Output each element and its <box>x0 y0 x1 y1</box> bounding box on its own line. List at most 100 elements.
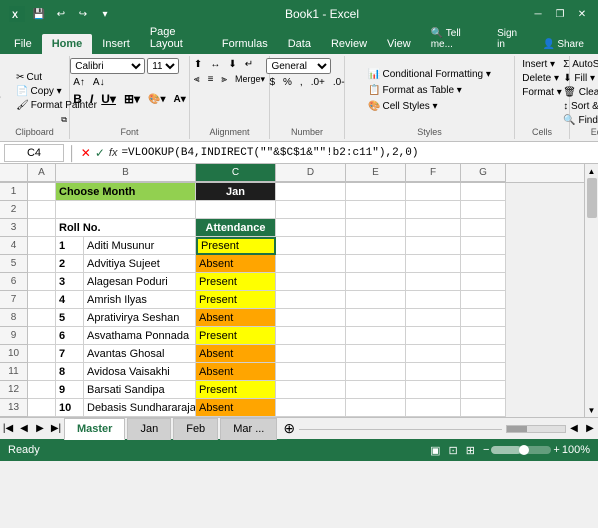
cell-B9-name[interactable]: Asvathama Ponnada <box>84 327 196 345</box>
align-center-btn[interactable]: ≡ <box>205 73 217 86</box>
zoom-in-btn[interactable]: + <box>553 444 559 456</box>
cell-B5-roll[interactable]: 2 <box>56 255 84 273</box>
col-header-D[interactable]: D <box>276 164 346 182</box>
sheet-tab-mar[interactable]: Mar ... <box>220 418 277 440</box>
cell-D3[interactable] <box>276 219 346 237</box>
align-left-btn[interactable]: ⫷ <box>191 73 203 86</box>
tab-nav-last-btn[interactable]: ▶| <box>48 421 64 437</box>
cell-E2[interactable] <box>346 201 406 219</box>
insert-cells-btn[interactable]: Insert ▾ <box>519 58 558 71</box>
cell-C11[interactable]: Absent <box>196 363 276 381</box>
view-pagebreak-btn[interactable]: ⊞ <box>466 444 475 457</box>
cell-B11-roll[interactable]: 8 <box>56 363 84 381</box>
sheet-tab-jan[interactable]: Jan <box>127 418 171 440</box>
font-size-select[interactable]: 11 <box>147 58 179 74</box>
tab-nav-prev-btn[interactable]: ◀ <box>16 421 32 437</box>
border-btn[interactable]: ⊞▾ <box>121 91 143 107</box>
font-color-btn[interactable]: A▾ <box>171 93 189 106</box>
cell-G9[interactable] <box>461 327 506 345</box>
autosum-btn[interactable]: Σ AutoSum ▾ <box>560 58 598 71</box>
number-format-select[interactable]: General <box>266 58 331 74</box>
cell-G12[interactable] <box>461 381 506 399</box>
cell-D1[interactable] <box>276 183 346 201</box>
sign-in-btn[interactable]: Sign in <box>487 24 533 54</box>
cell-G6[interactable] <box>461 273 506 291</box>
cell-F1[interactable] <box>406 183 461 201</box>
clipboard-expand[interactable]: ⧉ <box>61 115 67 125</box>
cell-B13-name[interactable]: Debasis Sundhararajan <box>84 399 196 417</box>
align-top-btn[interactable]: ⬆ <box>191 58 205 71</box>
cell-E12[interactable] <box>346 381 406 399</box>
cell-G7[interactable] <box>461 291 506 309</box>
tab-home[interactable]: Home <box>42 34 93 54</box>
cell-A11[interactable] <box>28 363 56 381</box>
add-sheet-btn[interactable]: ⊕ <box>279 420 299 437</box>
cell-G3[interactable] <box>461 219 506 237</box>
tab-insert[interactable]: Insert <box>92 34 140 54</box>
minimize-btn[interactable]: ─ <box>530 6 546 22</box>
cell-G13[interactable] <box>461 399 506 417</box>
cell-B6-roll[interactable]: 3 <box>56 273 84 291</box>
insert-function-btn[interactable]: fx <box>109 147 118 159</box>
align-bottom-btn[interactable]: ⬇ <box>225 58 239 71</box>
cell-E4[interactable] <box>346 237 406 255</box>
undo-quick-btn[interactable]: ↩ <box>52 5 70 23</box>
col-header-F[interactable]: F <box>406 164 461 182</box>
col-header-A[interactable]: A <box>28 164 56 182</box>
cell-F7[interactable] <box>406 291 461 309</box>
cell-A6[interactable] <box>28 273 56 291</box>
cell-B9-roll[interactable]: 6 <box>56 327 84 345</box>
merge-center-btn[interactable]: Merge▾ <box>232 73 268 86</box>
cell-B13-roll[interactable]: 10 <box>56 399 84 417</box>
cell-B12-name[interactable]: Barsati Sandipa <box>84 381 196 399</box>
cell-C3-attendance[interactable]: Attendance <box>196 219 276 237</box>
scroll-track[interactable] <box>585 178 598 403</box>
vertical-scrollbar[interactable]: ▲ ▼ <box>584 164 598 417</box>
cell-B10-name[interactable]: Avantas Ghosal <box>84 345 196 363</box>
cell-F2[interactable] <box>406 201 461 219</box>
cell-E11[interactable] <box>346 363 406 381</box>
cell-E1[interactable] <box>346 183 406 201</box>
close-btn[interactable]: ✕ <box>574 6 590 22</box>
tell-me-input[interactable]: 🔍 Tell me... <box>421 24 487 54</box>
find-select-btn[interactable]: 🔍 Find & Select ▾ <box>560 114 598 127</box>
tab-view[interactable]: View <box>377 34 421 54</box>
cell-G8[interactable] <box>461 309 506 327</box>
cell-B4-roll[interactable]: 1 <box>56 237 84 255</box>
col-header-C[interactable]: C <box>196 164 276 182</box>
cell-E10[interactable] <box>346 345 406 363</box>
view-layout-btn[interactable]: ⊡ <box>449 444 458 457</box>
cell-F3[interactable] <box>406 219 461 237</box>
cell-F4[interactable] <box>406 237 461 255</box>
cell-B6-name[interactable]: Alagesan Poduri <box>84 273 196 291</box>
view-normal-btn[interactable]: ▣ <box>430 444 440 457</box>
cell-B10-roll[interactable]: 7 <box>56 345 84 363</box>
cell-B7-name[interactable]: Amrish Ilyas <box>84 291 196 309</box>
cell-C4[interactable]: Present <box>196 237 276 255</box>
cell-C9[interactable]: Present <box>196 327 276 345</box>
qa-dropdown-btn[interactable]: ▾ <box>96 5 114 23</box>
cell-C6[interactable]: Present <box>196 273 276 291</box>
cell-F5[interactable] <box>406 255 461 273</box>
hscroll-right-btn[interactable]: ▶ <box>582 421 598 437</box>
cell-C8[interactable]: Absent <box>196 309 276 327</box>
zoom-out-btn[interactable]: − <box>483 444 489 456</box>
cell-F12[interactable] <box>406 381 461 399</box>
cell-G5[interactable] <box>461 255 506 273</box>
delete-cells-btn[interactable]: Delete ▾ <box>519 72 562 85</box>
italic-btn[interactable]: I <box>87 91 96 107</box>
cell-D13[interactable] <box>276 399 346 417</box>
scroll-down-btn[interactable]: ▼ <box>585 403 598 417</box>
cell-G4[interactable] <box>461 237 506 255</box>
cell-G10[interactable] <box>461 345 506 363</box>
cell-E7[interactable] <box>346 291 406 309</box>
font-family-select[interactable]: Calibri <box>70 58 145 74</box>
redo-quick-btn[interactable]: ↪ <box>74 5 92 23</box>
restore-btn[interactable]: ❐ <box>552 6 568 22</box>
col-header-E[interactable]: E <box>346 164 406 182</box>
bold-btn[interactable]: B <box>70 91 85 107</box>
cell-D9[interactable] <box>276 327 346 345</box>
format-as-table-btn[interactable]: 📋 Format as Table ▾ <box>364 83 466 98</box>
cell-D10[interactable] <box>276 345 346 363</box>
col-header-B[interactable]: B <box>56 164 196 182</box>
